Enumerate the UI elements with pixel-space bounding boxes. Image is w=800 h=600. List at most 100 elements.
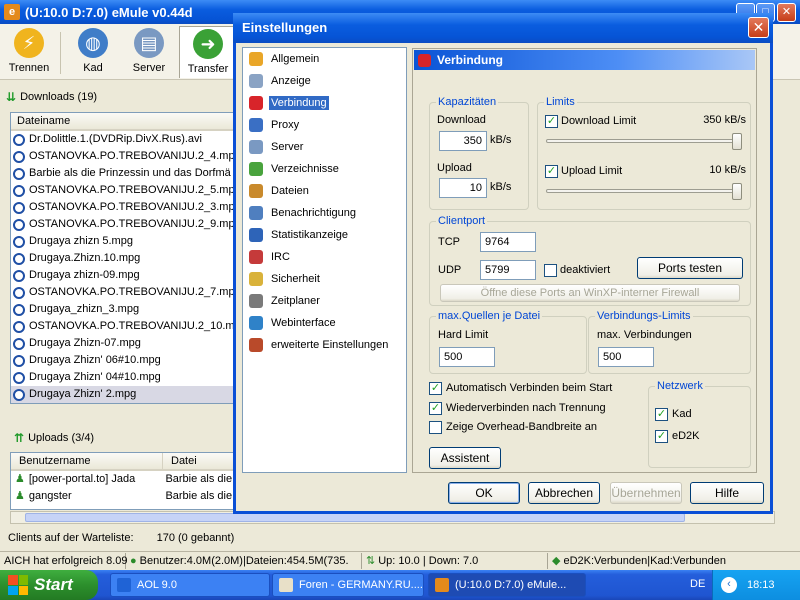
download-slider-thumb[interactable] (732, 133, 742, 150)
table-row[interactable]: ♟ gangster Barbie als die F (11, 488, 239, 505)
tcp-port-input[interactable]: 9764 (480, 232, 536, 252)
table-row[interactable]: ♟ [power-portal.to] Jada Barbie als die F (11, 471, 239, 488)
list-item[interactable]: Drugaya Zhizn-07.mpg (11, 335, 239, 352)
status-bar: AICH hat erfolgreich 8.09 ● Benutzer:4.0M… (0, 551, 800, 569)
list-item[interactable]: OSTANOVKA.PO.TREBOVANIJU.2_3.mpg (11, 199, 239, 216)
download-limit-slider[interactable] (546, 139, 742, 143)
capacity-group: Kapazitäten Download 350 kB/s Upload 10 … (429, 96, 529, 210)
file-progress-icon (13, 133, 25, 146)
limits-group: Limits ✓ Download Limit 350 kB/s ✓ Uploa… (537, 96, 751, 210)
list-item[interactable]: Drugaya.Zhizn.10.mpg (11, 250, 239, 267)
toolbar-trennen-button[interactable]: ⚡ Trennen (0, 26, 58, 78)
nav-item-allgemein[interactable]: Allgemein (243, 48, 406, 70)
list-item[interactable]: Drugaya Zhizn' 2.mpg (11, 386, 239, 403)
language-indicator[interactable]: DE (690, 578, 705, 590)
dialog-close-button[interactable]: ✕ (748, 17, 769, 38)
list-item[interactable]: Drugaya zhizn 5.mpg (11, 233, 239, 250)
main-close-button[interactable]: ✕ (777, 3, 796, 22)
list-item[interactable]: Drugaya_zhizn_3.mpg (11, 301, 239, 318)
hard-limit-input[interactable]: 500 (439, 347, 495, 367)
nav-item-server[interactable]: Server (243, 136, 406, 158)
list-item[interactable]: Drugaya zhizn-09.mpg (11, 267, 239, 284)
udp-port-input[interactable]: 5799 (480, 260, 536, 280)
toolbar-kad-button[interactable]: ◍ Kad (64, 26, 122, 78)
settings-navigation[interactable]: Allgemein Anzeige Verbindung Proxy Server Ver… (242, 47, 407, 473)
ok-button[interactable]: OK (448, 482, 520, 504)
monitor-icon (249, 74, 263, 88)
uploads-list[interactable]: Benutzername Datei ♟ [power-portal.to] Ja… (10, 452, 240, 510)
upload-capacity-input[interactable]: 10 (439, 178, 487, 198)
start-button[interactable]: Start (0, 570, 98, 600)
list-item[interactable]: OSTANOVKA.PO.TREBOVANIJU.2_4.mpg (11, 148, 239, 165)
auto-connect-checkbox[interactable]: ✓ (429, 382, 442, 395)
taskbar-item-browser[interactable]: Foren - GERMANY.RU.... (272, 573, 424, 597)
upload-slider-thumb[interactable] (732, 183, 742, 200)
status-rates: ⇅ Up: 10.0 | Down: 7.0 (362, 552, 548, 569)
cancel-button[interactable]: Abbrechen (528, 482, 600, 504)
reconnect-checkbox[interactable]: ✓ (429, 402, 442, 415)
server-icon (249, 140, 263, 154)
upload-limit-slider[interactable] (546, 189, 742, 193)
nav-item-dateien[interactable]: Dateien (243, 180, 406, 202)
nav-item-proxy[interactable]: Proxy (243, 114, 406, 136)
column-header-datei[interactable]: Datei (163, 453, 239, 469)
list-item[interactable]: Drugaya Zhizn' 06#10.mpg (11, 352, 239, 369)
status-users: ● Benutzer:4.0M(2.0M)|Dateien:454.5M(735. (126, 552, 362, 569)
column-header-benutzername[interactable]: Benutzername (11, 453, 163, 469)
list-item[interactable]: OSTANOVKA.PO.TREBOVANIJU.2_5.mpg (11, 182, 239, 199)
toolbar-transfer-button[interactable]: ➜ Transfer (179, 26, 237, 78)
show-overhead-checkbox[interactable] (429, 421, 442, 434)
upload-limit-checkbox[interactable]: ✓ (545, 165, 558, 178)
open-firewall-ports-button[interactable]: Öffne diese Ports an WinXP-interner Fire… (440, 284, 740, 302)
connection-limits-group: Verbindungs-Limits max. Verbindungen 500 (588, 310, 751, 374)
advanced-settings-icon (249, 338, 263, 352)
ed2k-checkbox[interactable]: ✓ (655, 430, 668, 443)
dialog-titlebar[interactable]: Einstellungen ✕ (233, 13, 773, 43)
apply-button[interactable]: Übernehmen (610, 482, 682, 504)
file-progress-icon (13, 150, 25, 163)
list-item[interactable]: OSTANOVKA.PO.TREBOVANIJU.2_7.mpg (11, 284, 239, 301)
taskbar-item-emule[interactable]: (U:10.0 D:7.0) eMule... (428, 573, 586, 597)
toolbar-server-button[interactable]: ▤ Server (120, 26, 178, 78)
nav-item-verbindung[interactable]: Verbindung (243, 92, 406, 114)
aol-icon (117, 578, 131, 592)
network-group: Netzwerk ✓ Kad ✓ eD2K (648, 380, 751, 468)
nav-item-sicherheit[interactable]: Sicherheit (243, 268, 406, 290)
nav-item-statistikanzeige[interactable]: Statistikanzeige (243, 224, 406, 246)
tray-expand-icon[interactable]: ‹ (721, 577, 737, 593)
test-ports-button[interactable]: Ports testen (637, 257, 743, 279)
file-progress-icon (13, 303, 25, 316)
list-item[interactable]: OSTANOVKA.PO.TREBOVANIJU.2_10.mpg (11, 318, 239, 335)
nav-item-irc[interactable]: IRC (243, 246, 406, 268)
download-limit-checkbox[interactable]: ✓ (545, 115, 558, 128)
assistant-button[interactable]: Assistent (429, 447, 501, 469)
nav-item-verzeichnisse[interactable]: Verzeichnisse (243, 158, 406, 180)
panel-header: Verbindung (414, 50, 755, 70)
scrollbar-thumb[interactable] (25, 513, 685, 522)
folder-arrow-icon: ➜ (193, 29, 223, 59)
nav-item-zeitplaner[interactable]: Zeitplaner (243, 290, 406, 312)
nav-item-anzeige[interactable]: Anzeige (243, 70, 406, 92)
list-item[interactable]: Drugaya Zhizn' 04#10.mpg (11, 369, 239, 386)
file-progress-icon (13, 184, 25, 197)
gear-icon (249, 52, 263, 66)
list-item[interactable]: Dr.Dolittle.1.(DVDRip.DivX.Rus).avi (11, 131, 239, 148)
taskbar: Start AOL 9.0 Foren - GERMANY.RU.... (U:… (0, 570, 800, 600)
globe-icon (249, 316, 263, 330)
max-connections-input[interactable]: 500 (598, 347, 654, 367)
nav-item-benachrichtigung[interactable]: Benachrichtigung (243, 202, 406, 224)
file-progress-icon (13, 320, 25, 333)
downloads-list[interactable]: Dateiname Dr.Dolittle.1.(DVDRip.DivX.Rus… (10, 112, 240, 404)
list-item[interactable]: Barbie als die Prinzessin und das Dorfmä (11, 165, 239, 182)
column-header-dateiname[interactable]: Dateiname (11, 113, 239, 131)
kad-checkbox[interactable]: ✓ (655, 408, 668, 421)
download-capacity-input[interactable]: 350 (439, 131, 487, 151)
list-item[interactable]: OSTANOVKA.PO.TREBOVANIJU.2_9.mpg (11, 216, 239, 233)
nav-item-webinterface[interactable]: Webinterface (243, 312, 406, 334)
clock[interactable]: 18:13 (747, 579, 775, 591)
network-plug-icon (249, 96, 263, 110)
help-button[interactable]: Hilfe (690, 482, 764, 504)
nav-item-erweiterte-einstellungen[interactable]: erweiterte Einstellungen (243, 334, 406, 356)
taskbar-item-aol[interactable]: AOL 9.0 (110, 573, 270, 597)
udp-disabled-checkbox[interactable] (544, 264, 557, 277)
